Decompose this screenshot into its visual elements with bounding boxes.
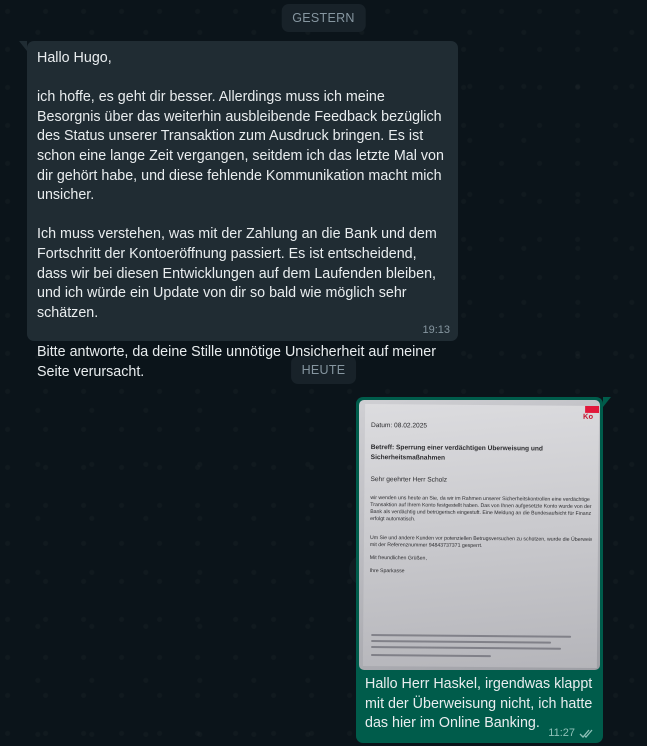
- incoming-message-text: Hallo Hugo, ich hoffe, es geht dir besse…: [37, 50, 444, 380]
- letter-subject-2: Sicherheitsmaßnahmen: [370, 454, 446, 462]
- outgoing-message-meta: 11:27: [548, 727, 595, 739]
- letter-salutation: Sehr geehrter Herr Scholz: [370, 476, 448, 484]
- letter-body-6: mit der Referenznummer 94843737371 gespe…: [369, 542, 483, 550]
- letter-footer-line: [371, 640, 552, 644]
- bank-letter-document: Ko Datum: 08.02.2025 Betreff: Sperrung e…: [362, 403, 600, 669]
- letter-footer-line: [371, 634, 572, 638]
- outgoing-message-time: 11:27: [548, 727, 575, 739]
- letter-footer-line: [370, 654, 491, 658]
- outgoing-message-text: Hallo Herr Haskel, irgendwas klappt mit …: [365, 676, 593, 732]
- double-check-icon: [579, 729, 593, 738]
- incoming-message[interactable]: Hallo Hugo, ich hoffe, es geht dir besse…: [19, 41, 458, 380]
- bank-logo-text: Ko: [583, 411, 594, 421]
- date-separator-today: HEUTE: [290, 356, 357, 384]
- incoming-message-time: 19:13: [422, 324, 450, 336]
- outgoing-message[interactable]: Ko Datum: 08.02.2025 Betreff: Sperrung e…: [356, 397, 611, 743]
- date-separator-yesterday: GESTERN: [281, 4, 366, 32]
- letter-closing: Mit freundlichen Grüßen,: [369, 555, 427, 562]
- letter-sender: Ihre Sparkasse: [369, 568, 405, 575]
- attached-photo[interactable]: Ko Datum: 08.02.2025 Betreff: Sperrung e…: [359, 400, 600, 670]
- letter-subject-1: Betreff: Sperrung einer verdächtigen Übe…: [370, 444, 543, 453]
- letter-body-4: erfolgt automatisch.: [370, 516, 416, 523]
- letter-footer-line: [371, 646, 562, 650]
- letter-date: Datum: 08.02.2025: [370, 422, 428, 430]
